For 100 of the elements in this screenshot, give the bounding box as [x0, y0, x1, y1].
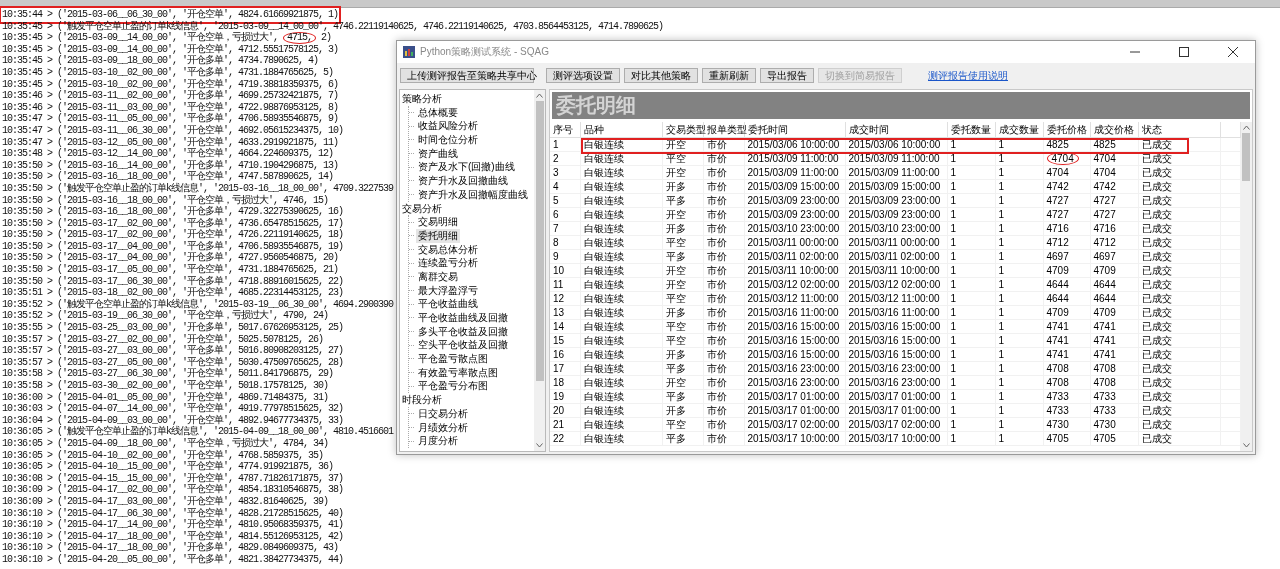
table-cell: 1 — [995, 151, 1043, 166]
tree-item[interactable]: 最大浮盈浮亏 — [416, 283, 480, 298]
table-cell: 2015/03/06 10:00:00 — [744, 137, 845, 152]
log-line: 10:36:05 > ('2015-04-10__02_00_00', '开仓空单', 4768.5859375, 35) — [2, 449, 324, 461]
table-cell: 1 — [995, 235, 1043, 250]
maximize-icon[interactable] — [1179, 47, 1189, 57]
table-cell: 市价 — [703, 417, 744, 432]
column-header[interactable]: 状态 — [1138, 122, 1220, 138]
table-cell: 2015/03/12 02:00:00 — [744, 277, 845, 292]
tree-item[interactable]: 时间仓位分析 — [416, 133, 480, 147]
table-cell: 4712 — [1043, 235, 1090, 250]
tree-group[interactable]: 时段分析 — [402, 393, 532, 407]
tree-item[interactable]: 委托明细 — [416, 228, 460, 243]
tree-item[interactable]: 总体概要 — [416, 105, 460, 120]
table-cell: 4742 — [1090, 179, 1138, 194]
tree-item[interactable]: 收益风险分析 — [416, 119, 480, 134]
table-cell: 7 — [550, 221, 580, 236]
table-cell: 1 — [995, 417, 1043, 432]
table-cell: 已成交 — [1138, 151, 1220, 166]
log-line: 10:35:50 > ('2015-03-16__14_00_00', '开仓多单', 4710.1904296875, 13) — [2, 159, 339, 171]
column-header[interactable]: 委托价格 — [1043, 122, 1090, 138]
table-cell: 已成交 — [1138, 305, 1220, 320]
table-cell: 2015/03/09 23:00:00 — [744, 193, 845, 208]
table-cell: 8 — [550, 235, 580, 250]
table-cell: 1 — [947, 431, 995, 446]
toolbar-button[interactable]: 测评选项设置 — [546, 68, 620, 83]
scrollbar-thumb[interactable] — [1242, 133, 1250, 181]
scrollbar[interactable] — [534, 90, 545, 451]
table-cell: 白银连续 — [580, 137, 662, 152]
table-cell: 2015/03/16 15:00:00 — [845, 333, 947, 348]
close-icon[interactable] — [1228, 47, 1238, 57]
table-cell: 4727 — [1090, 193, 1138, 208]
table-cell: 19 — [550, 389, 580, 404]
table-cell: 4709 — [1043, 305, 1090, 320]
table-cell: 平空 — [662, 319, 703, 334]
toolbar-button[interactable]: 重新刷新 — [702, 68, 756, 83]
tree-item[interactable]: 平仓盈亏分布图 — [416, 379, 490, 394]
tree-item[interactable]: 交易明细 — [416, 215, 460, 229]
log-line: 10:35:50 > ('2015-03-16__18_00_00', '开仓多单', 4729.32275390625, 16) — [2, 206, 344, 218]
column-header[interactable]: 委托数量 — [947, 122, 995, 138]
table-cell: 20 — [550, 403, 580, 418]
table-cell: 12 — [550, 291, 580, 306]
tree-item[interactable]: 日交易分析 — [416, 406, 470, 421]
tree-item[interactable]: 多头平仓收益及回撤 — [416, 324, 510, 339]
table-cell: 1 — [947, 389, 995, 404]
table-cell: 市价 — [703, 179, 744, 194]
help-link[interactable]: 测评报告使用说明 — [928, 68, 1008, 83]
table-cell: 已成交 — [1138, 277, 1220, 292]
table-cell: 平多 — [662, 389, 703, 404]
table-cell: 18 — [550, 375, 580, 390]
column-header[interactable]: 成交时间 — [845, 122, 947, 138]
tree-item[interactable]: 资产及水下(回撤)曲线 — [416, 160, 517, 175]
tree-item[interactable]: 资产曲线 — [416, 146, 460, 161]
table-cell: 白银连续 — [580, 179, 662, 194]
tree-item[interactable]: 平仓收益曲线及回撤 — [416, 311, 510, 325]
column-header[interactable]: 成交价格 — [1090, 122, 1138, 138]
table-cell: 市价 — [703, 389, 744, 404]
table-cell: 2015/03/09 15:00:00 — [744, 179, 845, 194]
column-header[interactable]: 序号 — [550, 122, 580, 138]
table-cell: 2015/03/17 01:00:00 — [744, 403, 845, 418]
table-cell: 白银连续 — [580, 291, 662, 306]
log-line: 10:35:50 > ('2015-03-17__04_00_00', '平仓多单', 4706.58935546875, 19) — [2, 240, 344, 252]
table-cell: 市价 — [703, 291, 744, 306]
table-cell: 4708 — [1043, 375, 1090, 390]
tree-item[interactable]: 有效盈亏率散点图 — [416, 365, 500, 380]
table-cell: 2015/03/12 11:00:00 — [744, 291, 845, 306]
tree-item[interactable]: 离群交易 — [416, 269, 460, 284]
tree-item[interactable]: 平仓盈亏散点图 — [416, 352, 490, 366]
table-cell: 4825 — [1090, 137, 1138, 152]
log-line: 10:36:10 > ('2015-04-17__18_00_00', '开仓多单', 4829.0849609375, 43) — [2, 542, 339, 554]
column-header[interactable]: 品种 — [580, 122, 662, 138]
table-cell: 2015/03/16 15:00:00 — [744, 319, 845, 334]
table-cell: 市价 — [703, 249, 744, 264]
tree-group[interactable]: 交易分析 — [402, 201, 532, 216]
table-cell: 4730 — [1043, 417, 1090, 432]
table-cell: 市价 — [703, 431, 744, 446]
tree-item[interactable]: 平仓收益曲线 — [416, 297, 480, 311]
tree-item[interactable]: 月度分析 — [416, 434, 460, 448]
table-cell: 白银连续 — [580, 347, 662, 362]
table-cell: 4741 — [1090, 333, 1138, 348]
tree-item[interactable]: 连续盈亏分析 — [416, 256, 480, 270]
table-cell: 市价 — [703, 263, 744, 278]
toolbar-button[interactable]: 对比其他策略 — [624, 68, 698, 83]
table-cell: 3 — [550, 165, 580, 180]
table-cell: 白银连续 — [580, 431, 662, 446]
table-cell: 开空 — [662, 263, 703, 278]
table-cell: 1 — [995, 403, 1043, 418]
table-cell: 4708 — [1090, 361, 1138, 376]
tree-item[interactable]: 空头平仓收益及回撤 — [416, 338, 510, 353]
table-cell: 1 — [947, 207, 995, 222]
table-cell: 1 — [947, 417, 995, 432]
tree-item[interactable]: 交易总体分析 — [416, 242, 480, 257]
scrollbar-thumb[interactable] — [535, 101, 544, 381]
log-line: 10:35:52 > ('触发平仓空单止盈的订单k线信息', '2015-03-19__06_30_00', 4694.2900390 — [2, 298, 394, 310]
tree-item[interactable]: 资产升水及回撤曲线 — [416, 174, 510, 188]
tree-group[interactable]: 策略分析 — [402, 92, 532, 106]
column-header[interactable]: 成交数量 — [995, 122, 1043, 138]
tree-item[interactable]: 资产升水及回撤幅度曲线 — [416, 187, 530, 202]
tree-item[interactable]: 月绩效分析 — [416, 420, 470, 435]
toolbar-button[interactable]: 导出报告 — [760, 68, 814, 83]
